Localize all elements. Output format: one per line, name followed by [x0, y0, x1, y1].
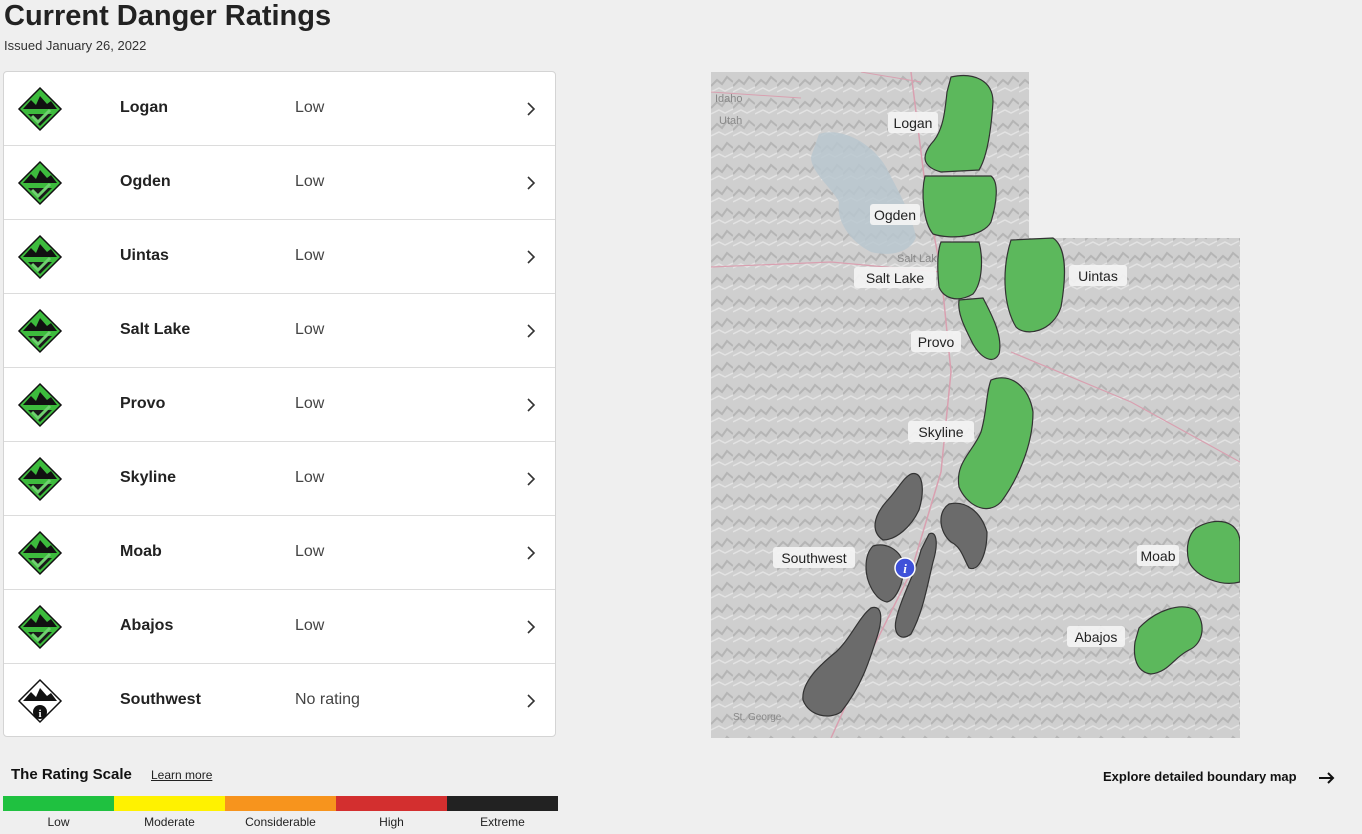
scale-label-high: High — [379, 815, 404, 829]
region-list: Logan Low Ogden Low Uintas Low Salt Lake Low Pro… — [3, 71, 556, 737]
chevron-right-icon[interactable] — [522, 100, 540, 118]
map-label-salt-lake[interactable]: Salt Lake — [854, 267, 936, 288]
region-rating: Low — [295, 99, 325, 116]
scale-label-considerable: Considerable — [245, 815, 316, 829]
region-row-salt-lake[interactable]: Salt Lake Low — [4, 294, 555, 368]
scale-label-low: Low — [47, 815, 70, 829]
region-name: Uintas — [120, 247, 169, 264]
chevron-right-icon[interactable] — [522, 618, 540, 636]
no-rating-icon: i — [17, 678, 63, 724]
map-label-moab[interactable]: Moab — [1137, 545, 1179, 566]
chevron-right-icon[interactable] — [522, 692, 540, 710]
chevron-right-icon[interactable] — [522, 174, 540, 192]
region-name: Abajos — [120, 617, 174, 634]
region-name: Moab — [120, 543, 162, 560]
scale-segment-considerable — [225, 796, 336, 811]
chevron-right-icon[interactable] — [522, 322, 540, 340]
region-row-skyline[interactable]: Skyline Low — [4, 442, 555, 516]
map-label-provo[interactable]: Provo — [911, 331, 961, 352]
svg-text:Moab: Moab — [1140, 548, 1175, 564]
region-name: Provo — [120, 395, 166, 412]
low-danger-icon — [17, 456, 63, 502]
map-label-skyline[interactable]: Skyline — [908, 421, 974, 442]
state-label-idaho: Idaho — [715, 93, 743, 105]
scale-segment-low — [3, 796, 114, 811]
state-label-utah: Utah — [719, 115, 742, 127]
region-rating: Low — [295, 321, 325, 338]
chevron-right-icon[interactable] — [522, 248, 540, 266]
low-danger-icon — [17, 160, 63, 206]
svg-text:Skyline: Skyline — [918, 424, 963, 440]
scale-segment-high — [336, 796, 447, 811]
svg-text:Salt Lake: Salt Lake — [866, 270, 925, 286]
region-row-logan[interactable]: Logan Low — [4, 72, 555, 146]
svg-text:Southwest: Southwest — [781, 550, 846, 566]
region-map[interactable]: Idaho Utah Salt Lake St. George i Logan O… — [711, 72, 1240, 738]
city-label-st-george: St. George — [733, 712, 782, 723]
zone-ogden — [922, 175, 997, 238]
map-label-southwest[interactable]: Southwest — [773, 547, 855, 568]
svg-text:Uintas: Uintas — [1078, 268, 1118, 284]
region-row-uintas[interactable]: Uintas Low — [4, 220, 555, 294]
region-row-abajos[interactable]: Abajos Low — [4, 590, 555, 664]
zone-uintas — [1004, 237, 1066, 333]
region-name: Skyline — [120, 469, 177, 486]
page-title: Current Danger Ratings — [4, 0, 332, 32]
low-danger-icon — [17, 530, 63, 576]
map-label-logan[interactable]: Logan — [888, 112, 938, 133]
map-label-uintas[interactable]: Uintas — [1069, 265, 1127, 286]
scale-label-extreme: Extreme — [480, 815, 525, 829]
region-rating: Low — [295, 543, 325, 560]
explore-boundary-map-link[interactable]: Explore detailed boundary map — [1103, 769, 1297, 784]
region-rating: Low — [295, 395, 325, 412]
region-rating: Low — [295, 617, 325, 634]
low-danger-icon — [17, 604, 63, 650]
issued-date: Issued January 26, 2022 — [4, 38, 147, 53]
city-label-salt-lake: Salt Lake — [897, 253, 943, 265]
region-row-ogden[interactable]: Ogden Low — [4, 146, 555, 220]
map-label-abajos[interactable]: Abajos — [1067, 626, 1125, 647]
low-danger-icon — [17, 382, 63, 428]
region-rating: Low — [295, 469, 325, 486]
region-rating: Low — [295, 247, 325, 264]
scale-segment-extreme — [447, 796, 558, 811]
region-name: Southwest — [120, 691, 201, 708]
region-name: Logan — [120, 99, 168, 116]
chevron-right-icon[interactable] — [522, 470, 540, 488]
chevron-right-icon[interactable] — [522, 544, 540, 562]
low-danger-icon — [17, 86, 63, 132]
info-marker-icon: i — [894, 557, 916, 579]
svg-text:Ogden: Ogden — [874, 207, 916, 223]
rating-scale-title: The Rating Scale — [11, 766, 132, 783]
rating-scale-bar — [3, 796, 558, 812]
region-row-southwest[interactable]: i Southwest No rating — [4, 664, 555, 738]
chevron-right-icon[interactable] — [522, 396, 540, 414]
map-label-ogden[interactable]: Ogden — [870, 204, 920, 225]
region-row-moab[interactable]: Moab Low — [4, 516, 555, 590]
region-name: Ogden — [120, 173, 171, 190]
region-rating: No rating — [295, 691, 360, 708]
scale-segment-moderate — [114, 796, 225, 811]
svg-text:i: i — [38, 708, 41, 720]
zone-salt-lake — [937, 241, 983, 300]
region-name: Salt Lake — [120, 321, 191, 338]
rating-scale-labels: Low Moderate Considerable High Extreme — [3, 815, 558, 829]
region-row-provo[interactable]: Provo Low — [4, 368, 555, 442]
low-danger-icon — [17, 234, 63, 280]
svg-text:i: i — [903, 561, 907, 576]
low-danger-icon — [17, 308, 63, 354]
learn-more-link[interactable]: Learn more — [151, 768, 212, 782]
scale-label-moderate: Moderate — [144, 815, 195, 829]
svg-text:Logan: Logan — [894, 115, 933, 131]
svg-text:Provo: Provo — [918, 334, 955, 350]
arrow-right-icon[interactable] — [1318, 770, 1336, 786]
svg-text:Abajos: Abajos — [1075, 629, 1118, 645]
region-rating: Low — [295, 173, 325, 190]
